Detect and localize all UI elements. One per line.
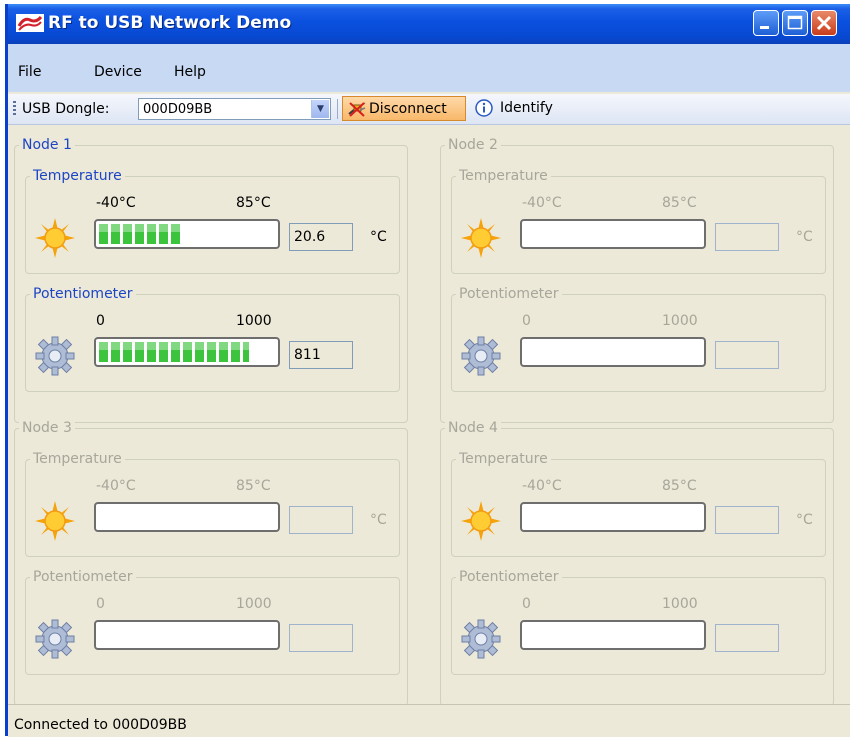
- potentiometer-title: Potentiometer: [456, 569, 562, 585]
- node-3-group: Node 3 Temperature -40°C 85°C °C Potenti…: [14, 420, 408, 706]
- gear-icon: [461, 619, 501, 659]
- temperature-max-label: 85°C: [662, 195, 697, 211]
- temperature-progress-bar: [94, 219, 280, 249]
- toolbar-grip[interactable]: [13, 101, 16, 117]
- potentiometer-progress-fill: [99, 342, 249, 362]
- potentiometer-value[interactable]: [715, 624, 779, 652]
- potentiometer-group: Potentiometer 0 1000: [451, 569, 826, 675]
- menu-device[interactable]: Device: [94, 64, 142, 80]
- temperature-max-label: 85°C: [236, 478, 271, 494]
- potentiometer-value[interactable]: [289, 624, 353, 652]
- maximize-button[interactable]: [782, 10, 808, 36]
- temperature-min-label: -40°C: [96, 195, 136, 211]
- app-window: RF to USB Network Demo File Device Help …: [5, 4, 850, 737]
- potentiometer-progress-bar: [94, 620, 280, 650]
- potentiometer-max-label: 1000: [236, 596, 272, 612]
- potentiometer-progress-bar: [520, 620, 706, 650]
- node-title: Node 4: [445, 420, 501, 436]
- temperature-unit: °C: [370, 512, 387, 528]
- window-title: RF to USB Network Demo: [48, 13, 292, 33]
- identify-button[interactable]: Identify: [500, 100, 553, 116]
- node-title: Node 1: [19, 137, 75, 153]
- sun-icon: [461, 218, 501, 258]
- potentiometer-title: Potentiometer: [30, 569, 136, 585]
- node-title: Node 3: [19, 420, 75, 436]
- temperature-value[interactable]: [289, 506, 353, 534]
- temperature-progress-bar: [520, 502, 706, 532]
- potentiometer-min-label: 0: [522, 596, 531, 612]
- usb-dongle-label: USB Dongle:: [22, 101, 110, 117]
- disconnect-button[interactable]: Disconnect: [342, 96, 466, 121]
- menu-file[interactable]: File: [18, 64, 41, 80]
- temperature-min-label: -40°C: [96, 478, 136, 494]
- potentiometer-value[interactable]: 811: [289, 341, 353, 369]
- temperature-value[interactable]: [715, 506, 779, 534]
- temperature-value[interactable]: [715, 223, 779, 251]
- temperature-max-label: 85°C: [662, 478, 697, 494]
- node-4-group: Node 4 Temperature -40°C 85°C °C Potenti…: [440, 420, 834, 706]
- temperature-progress-fill: [99, 224, 183, 244]
- temperature-title: Temperature: [30, 451, 125, 467]
- temperature-value[interactable]: 20.6: [289, 223, 353, 251]
- potentiometer-title: Potentiometer: [30, 286, 136, 302]
- maximize-icon: [787, 15, 803, 30]
- temperature-progress-bar: [520, 219, 706, 249]
- silabs-logo-icon: [16, 14, 44, 32]
- minimize-icon: [760, 26, 769, 29]
- potentiometer-max-label: 1000: [662, 596, 698, 612]
- minimize-button[interactable]: [753, 10, 779, 36]
- disconnect-label: Disconnect: [369, 101, 447, 117]
- node-2-group: Node 2 Temperature -40°C 85°C °C Potenti…: [440, 137, 834, 423]
- potentiometer-group: Potentiometer 0 1000: [451, 286, 826, 392]
- sun-icon: [35, 218, 75, 258]
- temperature-progress-bar: [94, 502, 280, 532]
- potentiometer-title: Potentiometer: [456, 286, 562, 302]
- temperature-max-label: 85°C: [236, 195, 271, 211]
- temperature-unit: °C: [796, 229, 813, 245]
- status-text: Connected to 000D09BB: [14, 717, 187, 733]
- potentiometer-min-label: 0: [96, 313, 105, 329]
- temperature-min-label: -40°C: [522, 195, 562, 211]
- gear-icon: [461, 336, 501, 376]
- close-icon: [816, 15, 832, 31]
- menu-help[interactable]: Help: [174, 64, 206, 80]
- temperature-group: Temperature -40°C 85°C 20.6 °C: [25, 168, 400, 274]
- disconnect-plug-icon: [348, 102, 366, 117]
- temperature-group: Temperature -40°C 85°C °C: [451, 451, 826, 557]
- sun-icon: [461, 501, 501, 541]
- close-button[interactable]: [811, 10, 837, 36]
- potentiometer-group: Potentiometer 0 1000: [25, 569, 400, 675]
- sun-icon: [35, 501, 75, 541]
- temperature-title: Temperature: [456, 451, 551, 467]
- status-bar: Connected to 000D09BB: [8, 704, 850, 737]
- toolbar: USB Dongle: 000D09BB ▼ Disconnect Identi…: [8, 94, 850, 125]
- temperature-min-label: -40°C: [522, 478, 562, 494]
- potentiometer-value[interactable]: [715, 341, 779, 369]
- potentiometer-max-label: 1000: [236, 313, 272, 329]
- potentiometer-min-label: 0: [96, 596, 105, 612]
- gear-icon: [35, 336, 75, 376]
- potentiometer-progress-bar: [520, 337, 706, 367]
- potentiometer-min-label: 0: [522, 313, 531, 329]
- info-icon[interactable]: [475, 99, 493, 117]
- chevron-down-icon[interactable]: ▼: [311, 100, 329, 118]
- temperature-unit: °C: [796, 512, 813, 528]
- potentiometer-group: Potentiometer 0 1000 811: [25, 286, 400, 392]
- usb-dongle-value: 000D09BB: [143, 102, 213, 117]
- usb-dongle-select[interactable]: 000D09BB ▼: [138, 98, 331, 120]
- title-bar[interactable]: RF to USB Network Demo: [8, 4, 850, 44]
- potentiometer-max-label: 1000: [662, 313, 698, 329]
- temperature-group: Temperature -40°C 85°C °C: [451, 168, 826, 274]
- node-1-group: Node 1 Temperature -40°C 85°C 20.6 °C Po…: [14, 137, 408, 423]
- menu-bar: File Device Help: [8, 44, 850, 92]
- temperature-title: Temperature: [456, 168, 551, 184]
- toolbar-separator: [337, 99, 338, 119]
- temperature-unit: °C: [370, 229, 387, 245]
- node-title: Node 2: [445, 137, 501, 153]
- temperature-title: Temperature: [30, 168, 125, 184]
- potentiometer-progress-bar: [94, 337, 280, 367]
- gear-icon: [35, 619, 75, 659]
- temperature-group: Temperature -40°C 85°C °C: [25, 451, 400, 557]
